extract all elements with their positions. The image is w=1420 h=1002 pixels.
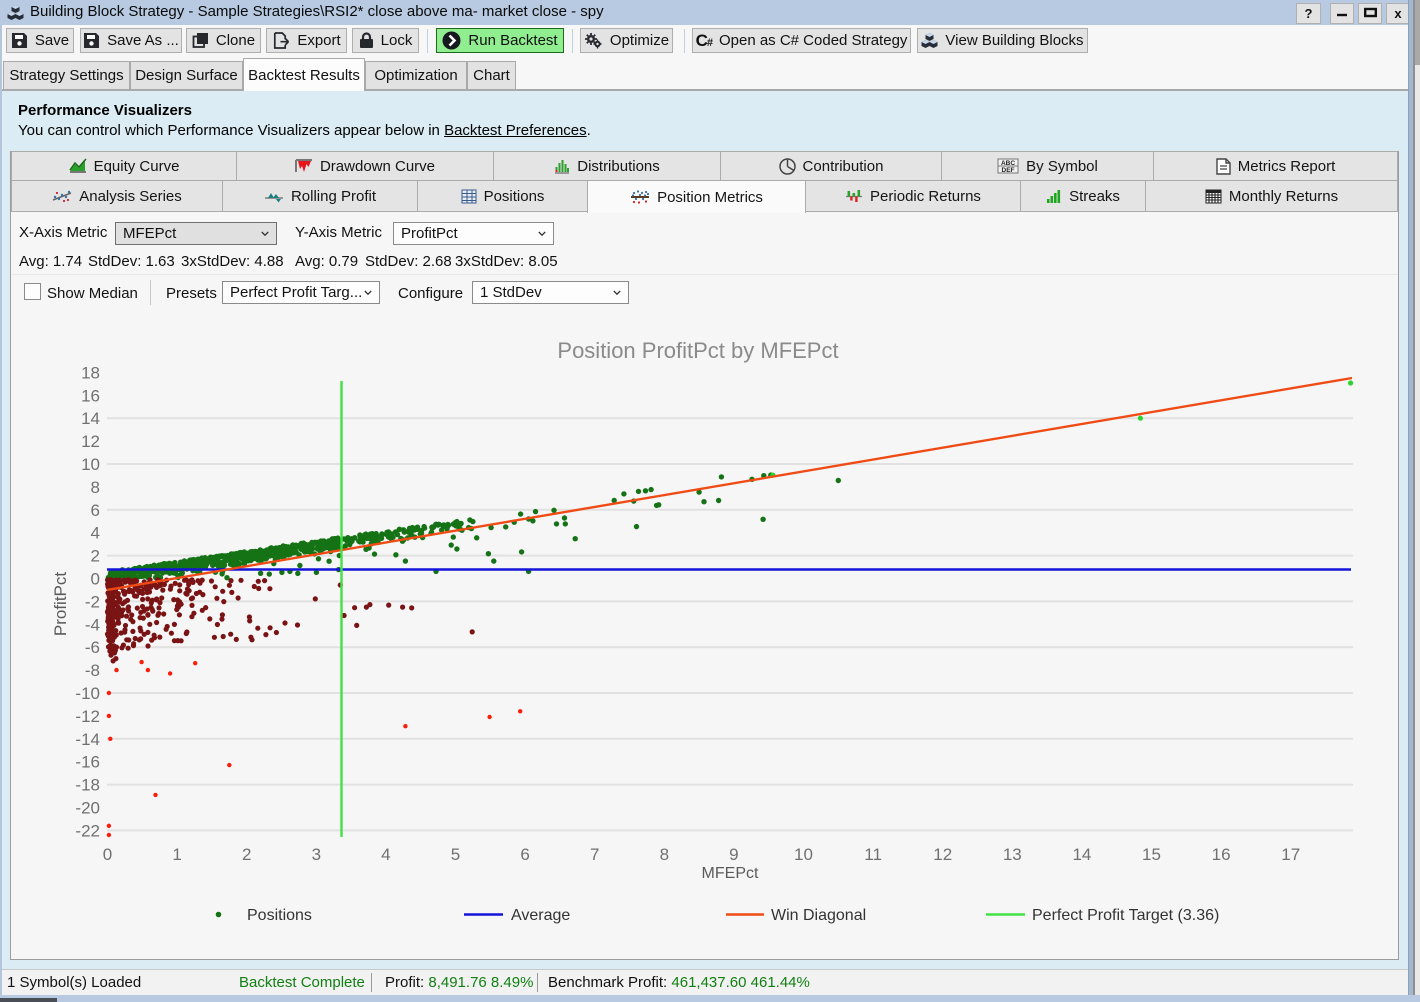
svg-text:-18: -18 <box>75 776 100 795</box>
svg-text:12: 12 <box>933 845 952 864</box>
svg-text:-4: -4 <box>85 615 100 634</box>
svg-text:18: 18 <box>81 363 100 382</box>
svg-text:-2: -2 <box>85 592 100 611</box>
svg-text:MFEPct: MFEPct <box>702 865 759 882</box>
svg-text:ProfitPct: ProfitPct <box>51 572 70 637</box>
svg-text:0: 0 <box>103 845 112 864</box>
svg-text:9: 9 <box>729 845 738 864</box>
svg-text:16: 16 <box>81 386 100 405</box>
svg-text:17: 17 <box>1281 845 1300 864</box>
svg-text:8: 8 <box>660 845 669 864</box>
svg-text:10: 10 <box>81 455 100 474</box>
svg-text:-8: -8 <box>85 661 100 680</box>
svg-text:Positions: Positions <box>247 907 312 924</box>
svg-text:2: 2 <box>91 547 100 566</box>
svg-text:-10: -10 <box>75 684 100 703</box>
svg-text:-16: -16 <box>75 753 100 772</box>
svg-text:8: 8 <box>91 478 100 497</box>
svg-text:14: 14 <box>81 409 100 428</box>
svg-text:4: 4 <box>91 524 100 543</box>
svg-text:7: 7 <box>590 845 599 864</box>
svg-text:Position ProfitPct by MFEPct: Position ProfitPct by MFEPct <box>557 338 838 363</box>
svg-text:6: 6 <box>520 845 529 864</box>
svg-text:6: 6 <box>91 501 100 520</box>
svg-text:DEF: DEF <box>1002 167 1015 174</box>
svg-text:15: 15 <box>1142 845 1161 864</box>
svg-text:-20: -20 <box>75 799 100 818</box>
svg-text:2: 2 <box>242 845 251 864</box>
svg-text:5: 5 <box>451 845 460 864</box>
svg-text:-14: -14 <box>75 730 100 749</box>
svg-text:10: 10 <box>794 845 813 864</box>
svg-text:-6: -6 <box>85 638 100 657</box>
svg-text:Average: Average <box>511 907 570 924</box>
svg-text:ABC: ABC <box>1001 160 1015 167</box>
svg-text:12: 12 <box>81 432 100 451</box>
svg-text:Perfect Profit Target (3.36): Perfect Profit Target (3.36) <box>1032 907 1219 924</box>
svg-text:14: 14 <box>1072 845 1091 864</box>
svg-text:11: 11 <box>864 845 882 864</box>
svg-text:16: 16 <box>1212 845 1231 864</box>
svg-text:4: 4 <box>381 845 390 864</box>
svg-text:13: 13 <box>1003 845 1022 864</box>
svg-text:-22: -22 <box>75 821 100 840</box>
svg-text:1: 1 <box>172 845 181 864</box>
svg-text:Win Diagonal: Win Diagonal <box>771 907 866 924</box>
svg-text:3: 3 <box>312 845 321 864</box>
svg-text:0: 0 <box>91 570 100 589</box>
svg-text:-12: -12 <box>75 707 100 726</box>
